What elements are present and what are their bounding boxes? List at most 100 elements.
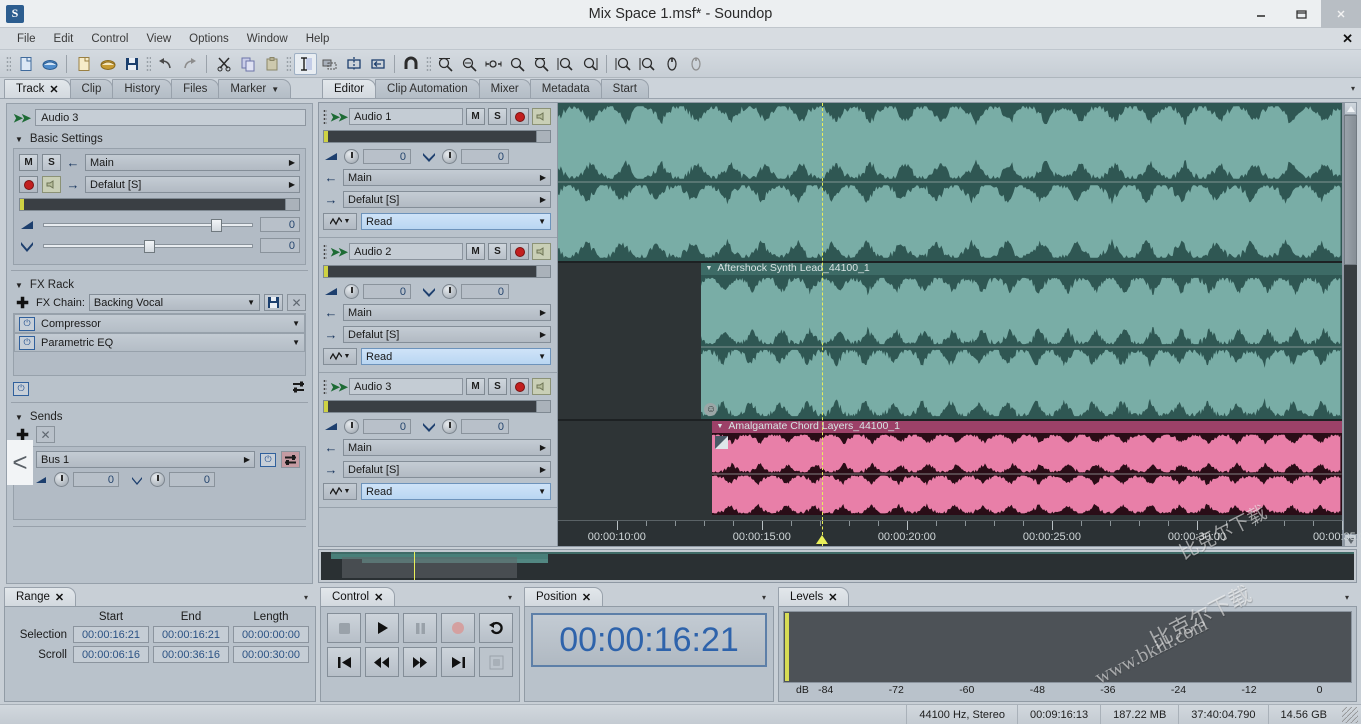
resize-grip[interactable] <box>1342 706 1358 723</box>
send-volume-value[interactable]: 0 <box>73 472 119 487</box>
automation-mode-icon[interactable]: ▼ <box>323 348 357 365</box>
arm-record-button[interactable] <box>510 378 529 395</box>
toolbar-grip-4[interactable] <box>426 55 431 72</box>
close-icon[interactable]: ✕ <box>582 591 591 604</box>
tab-control[interactable]: Control ✕ <box>320 587 396 606</box>
send-bus-combo[interactable]: Bus 1 ▶ <box>36 451 255 468</box>
tab-editor[interactable]: Editor <box>322 79 377 98</box>
pan-value[interactable]: 0 <box>461 419 509 434</box>
record-arm-button[interactable] <box>479 647 513 677</box>
volume-knob[interactable] <box>344 419 359 434</box>
go-to-end-button[interactable] <box>441 647 475 677</box>
timeline-vertical-scrollbar[interactable] <box>1343 102 1357 547</box>
drag-handle-icon[interactable] <box>323 109 327 124</box>
fx-power-icon[interactable]: ⏻ <box>19 316 35 331</box>
automation-mode-combo[interactable]: Read ▼ <box>361 213 551 230</box>
chevron-down-icon[interactable]: ▼ <box>292 319 300 328</box>
tab-clip[interactable]: Clip <box>69 79 114 98</box>
control-panel-menu-icon[interactable]: ▾ <box>508 593 512 602</box>
pan-knob[interactable] <box>442 149 457 164</box>
monitor-button[interactable] <box>532 243 551 260</box>
position-display[interactable]: 00:00:16:21 <box>531 613 767 667</box>
range-length-field[interactable]: 00:00:30:00 <box>233 646 309 663</box>
tab-range[interactable]: Range ✕ <box>4 587 77 606</box>
volume-knob[interactable] <box>344 149 359 164</box>
arm-record-button[interactable] <box>510 243 529 260</box>
volume-knob[interactable] <box>344 284 359 299</box>
volume-value[interactable]: 0 <box>363 149 411 164</box>
undo-icon[interactable] <box>154 53 177 75</box>
input-route-combo[interactable]: Defalut [S] ▶ <box>85 176 300 193</box>
send-volume-knob[interactable] <box>54 472 69 487</box>
zoom-out-amplitude-icon[interactable] <box>684 53 707 75</box>
send-power-icon[interactable]: ⏻ <box>260 452 276 467</box>
pan-value[interactable]: 0 <box>461 149 509 164</box>
menu-item-control[interactable]: Control <box>82 31 137 47</box>
collapse-panel-button[interactable]: < <box>7 440 33 485</box>
mute-button[interactable]: M <box>466 243 485 260</box>
range-end-field[interactable]: 00:00:36:16 <box>153 646 229 663</box>
pan-value[interactable]: 0 <box>461 284 509 299</box>
pan-knob[interactable] <box>442 419 457 434</box>
range-panel-menu-icon[interactable]: ▾ <box>304 593 308 602</box>
tab-mixer[interactable]: Mixer <box>478 79 531 98</box>
scrollbar-track[interactable] <box>1344 265 1357 534</box>
save-icon[interactable] <box>120 53 143 75</box>
zoom-in-vertical-icon[interactable] <box>612 53 635 75</box>
tab-metadata[interactable]: Metadata <box>529 79 602 98</box>
editor-menu-caret-icon[interactable]: ▾ <box>1351 84 1355 93</box>
mute-button[interactable]: M <box>19 154 38 171</box>
track-name-input[interactable]: Audio 3 <box>35 109 306 126</box>
paste-icon[interactable] <box>260 53 283 75</box>
solo-button[interactable]: S <box>488 243 507 260</box>
fx-chain-combo[interactable]: Backing Vocal ▼ <box>88 294 260 311</box>
zoom-to-selection-icon[interactable] <box>530 53 553 75</box>
redo-icon[interactable] <box>178 53 201 75</box>
menu-item-window[interactable]: Window <box>238 31 297 47</box>
send-pan-knob[interactable] <box>150 472 165 487</box>
tab-levels[interactable]: Levels ✕ <box>778 587 850 606</box>
pan-value[interactable]: 0 <box>260 238 300 253</box>
pause-button[interactable] <box>403 613 437 643</box>
send-prefader-icon[interactable] <box>281 451 300 468</box>
zoom-out-full-icon[interactable] <box>482 53 505 75</box>
rewind-button[interactable] <box>365 647 399 677</box>
track-name-input[interactable]: Audio 3 <box>349 378 463 395</box>
close-icon[interactable]: ✕ <box>828 591 837 604</box>
chevron-down-icon[interactable]: ▼ <box>716 423 723 430</box>
drag-handle-icon[interactable] <box>323 379 327 394</box>
output-route-combo[interactable]: Main ▶ <box>343 439 551 456</box>
volume-value[interactable]: 0 <box>363 419 411 434</box>
go-to-start-button[interactable] <box>327 647 361 677</box>
loop-button[interactable] <box>479 613 513 643</box>
solo-button[interactable]: S <box>488 108 507 125</box>
zoom-out-vertical-icon[interactable] <box>636 53 659 75</box>
output-route-combo[interactable]: Main ▶ <box>343 169 551 186</box>
timeline-tracks-view[interactable]: ▼ Aftershock Synth Lead_44100_1 ☺ ▼ Amalgama… <box>558 102 1361 547</box>
solo-button[interactable]: S <box>42 154 61 171</box>
basic-settings-header[interactable]: ▼ Basic Settings <box>7 130 312 148</box>
arm-record-button[interactable] <box>510 108 529 125</box>
clip-fade-in-handle[interactable] <box>715 436 729 449</box>
track-header[interactable]: ➤➤ Audio 2 M S 0 0 ← Main ▶ → Defalut [S] ▶ ▼ Read ▼ <box>319 238 557 373</box>
close-document-button[interactable]: ✕ <box>1342 31 1353 47</box>
clip-header[interactable]: ▼ Aftershock Synth Lead_44100_1 <box>701 261 1342 275</box>
sends-header[interactable]: ▼ Sends <box>7 408 312 426</box>
zoom-out-horizontal-icon[interactable] <box>458 53 481 75</box>
chevron-down-icon[interactable]: ▼ <box>705 265 712 272</box>
new-file-icon[interactable] <box>14 53 37 75</box>
new-session-icon[interactable] <box>72 53 95 75</box>
levels-panel-menu-icon[interactable]: ▾ <box>1345 593 1349 602</box>
maximize-button[interactable] <box>1281 0 1321 28</box>
automation-mode-combo[interactable]: Read ▼ <box>361 348 551 365</box>
track-name-input[interactable]: Audio 2 <box>349 243 463 260</box>
save-fx-chain-button[interactable] <box>264 294 283 311</box>
track-lane[interactable]: ▼ Amalgamate Chord Layers_44100_1 <box>558 419 1342 515</box>
solo-button[interactable]: S <box>488 378 507 395</box>
close-icon[interactable]: ✕ <box>49 83 58 96</box>
send-pan-value[interactable]: 0 <box>169 472 215 487</box>
open-session-icon[interactable] <box>96 53 119 75</box>
fx-bypass-power-icon[interactable]: ⏻ <box>13 381 29 396</box>
pan-knob[interactable] <box>442 284 457 299</box>
move-tool-icon[interactable] <box>318 53 341 75</box>
